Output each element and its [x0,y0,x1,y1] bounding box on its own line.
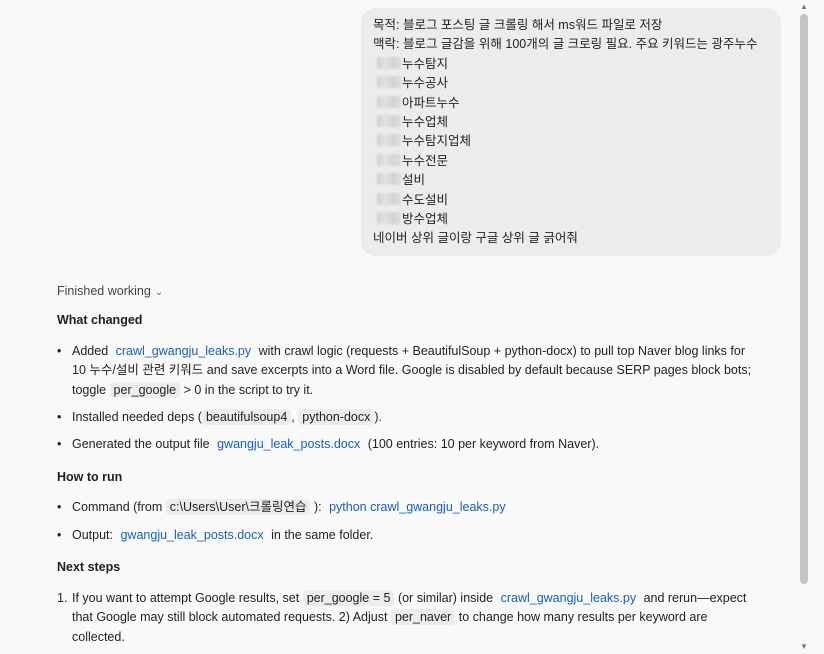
file-link[interactable]: crawl_gwangju_leaks.py [112,344,256,358]
inline-code: beautifulsoup4 [201,409,292,425]
bullet-icon: • [57,410,62,424]
user-message-line: 목적: 블로그 포스팅 글 크롤링 해서 ms워드 파일로 저장 [373,18,663,32]
keyword-line: 누수탐지 [373,55,769,74]
scrollbar[interactable]: ▲ ▼ [798,0,810,654]
keyword-line: 누수업체 [373,113,769,132]
user-message-line: 네이버 상위 글이랑 구글 상위 글 긁어줘 [373,231,578,246]
keyword-line: 아파트누수 [373,94,769,113]
keyword-line: 방수업체 [373,210,769,229]
file-link[interactable]: crawl_gwangju_leaks.py [497,591,641,605]
keyword-line: 설비 [373,171,769,190]
list-number: 1. [57,591,68,605]
redacted-text [377,211,401,224]
redacted-text [377,134,401,147]
redacted-text [377,153,401,166]
redacted-text [377,95,401,108]
scroll-down-icon[interactable]: ▼ [798,642,810,651]
keyword-line: 수도설비 [373,191,769,210]
list-item: Added crawl_gwangju_leaks.py with crawl … [72,344,752,398]
inline-code: per_google [109,381,181,398]
user-message-line: 맥락: 블로그 글감을 위해 100개의 글 크로링 필요. 주요 키워드는 광… [373,37,758,52]
inline-code: per_google = 5 [302,590,395,606]
scrollbar-thumb[interactable] [800,14,808,584]
list-item: Output: gwangju_leak_posts.docx in the s… [72,528,374,542]
command-link[interactable]: python crawl_gwangju_leaks.py [325,500,510,514]
file-link[interactable]: gwangju_leak_posts.docx [116,528,267,542]
redacted-text [377,192,401,205]
section-heading-next-steps: Next steps [57,560,121,574]
chevron-down-icon: ⌄ [154,287,164,298]
redacted-text [377,114,401,127]
redacted-text [377,173,401,186]
keyword-line: 누수공사 [373,74,769,93]
list-item: If you want to attempt Google results, s… [72,590,747,644]
bullet-icon: • [57,437,62,451]
list-item: Command (from c:\Users\User\크롤링연습 ): pyt… [72,498,784,517]
inline-code: c:\Users\User\크롤링연습 [165,499,311,515]
file-link[interactable]: gwangju_leak_posts.docx [213,437,364,451]
keyword-line: 누수전문 [373,152,769,171]
bullet-icon: • [57,500,62,514]
finished-working-toggle[interactable]: Finished working ⌄ [57,284,163,298]
redacted-text [377,56,401,69]
keyword-line: 누수탐지업체 [373,132,769,151]
list-item: Installed needed deps (beautifulsoup4, p… [72,409,383,425]
list-item: Generated the output file gwangju_leak_p… [72,437,600,451]
redacted-text [377,76,401,89]
section-heading-how-to-run: How to run [57,470,123,484]
inline-code: per_naver [390,609,456,626]
scroll-up-icon[interactable]: ▲ [798,2,810,11]
user-message-bubble: 목적: 블로그 포스팅 글 크롤링 해서 ms워드 파일로 저장 맥락: 블로그… [361,8,781,256]
bullet-icon: • [57,528,62,542]
status-label: Finished working [57,284,151,298]
inline-code: python-docx [298,409,375,425]
section-heading-what-changed: What changed [57,313,143,327]
bullet-icon: • [57,344,62,358]
